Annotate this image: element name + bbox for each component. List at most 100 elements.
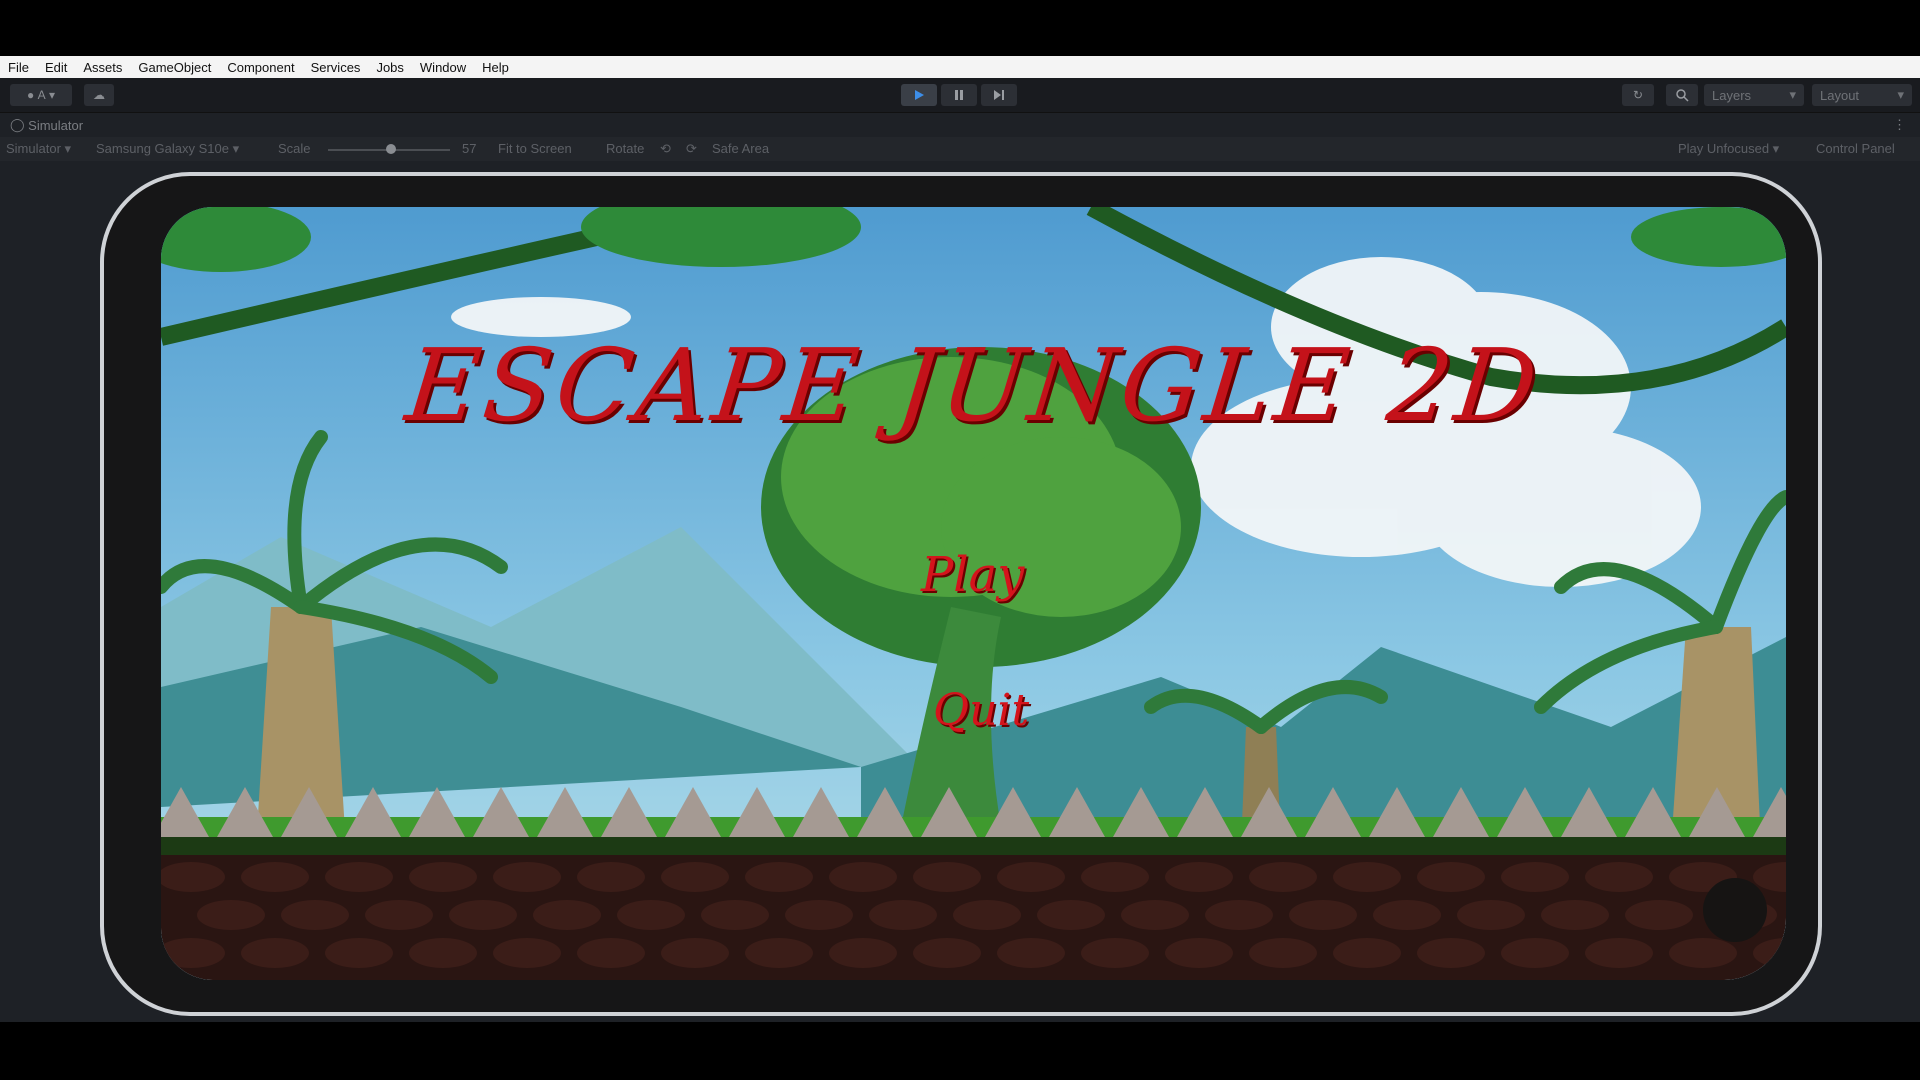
account-dropdown[interactable]: ● A ▾ xyxy=(10,84,72,106)
rotate-left-icon[interactable]: ⟲ xyxy=(660,141,671,157)
more-icon[interactable]: ⋮ xyxy=(1893,117,1906,133)
ground-rock xyxy=(1289,900,1357,930)
main-toolbar: ● A ▾ ☁ ↻ Layers ▾ Layout ▾ xyxy=(0,78,1920,113)
ground-rock xyxy=(241,862,309,892)
ground-rock xyxy=(1669,938,1737,968)
pause-icon xyxy=(955,90,963,100)
ground-rock xyxy=(1373,900,1441,930)
simulator-mode-label: Simulator xyxy=(6,141,61,156)
quit-button[interactable]: Quit xyxy=(933,685,1029,736)
simulator-tab-icon: ◯ xyxy=(10,117,29,132)
step-icon xyxy=(994,90,1004,100)
play-mode-label: Play Unfocused xyxy=(1678,141,1770,156)
ground-rock xyxy=(1205,900,1273,930)
scale-slider-handle[interactable] xyxy=(386,144,396,154)
menu-bar: File Edit Assets GameObject Component Se… xyxy=(0,56,1920,78)
ground-rock xyxy=(1585,862,1653,892)
menu-component[interactable]: Component xyxy=(219,60,302,75)
layers-label: Layers xyxy=(1712,87,1752,103)
layers-dropdown[interactable]: Layers ▾ xyxy=(1704,84,1804,106)
ground-rock xyxy=(1585,938,1653,968)
ground-rock xyxy=(617,900,685,930)
rotate-label: Rotate xyxy=(606,141,645,156)
ground-rock xyxy=(449,900,517,930)
search-button[interactable] xyxy=(1666,84,1698,106)
ground-rock xyxy=(1121,900,1189,930)
ground-rock xyxy=(325,862,393,892)
simulator-toolbar: Simulator ▾ Samsung Galaxy S10e ▾ Scale … xyxy=(0,137,1920,161)
fit-to-screen-button[interactable]: Fit to Screen xyxy=(498,141,572,156)
ground-rock xyxy=(1081,862,1149,892)
game-title: ESCAPE JUNGLE 2D xyxy=(400,327,1547,444)
play-icon xyxy=(915,90,924,100)
ground-rock xyxy=(1501,862,1569,892)
ground-rock xyxy=(1333,938,1401,968)
ground-rock xyxy=(701,900,769,930)
safe-area-toggle[interactable]: Safe Area xyxy=(712,141,769,156)
cloud-icon: ☁ xyxy=(93,88,105,102)
search-icon xyxy=(1675,88,1689,102)
scale-label: Scale xyxy=(278,141,311,156)
account-icon: ● xyxy=(27,88,35,102)
ground-rock xyxy=(493,938,561,968)
scale-value: 57 xyxy=(462,141,477,156)
ground-rock xyxy=(197,900,265,930)
ground-rock xyxy=(1165,862,1233,892)
ground-rock xyxy=(1037,900,1105,930)
ground-rock xyxy=(409,938,477,968)
pause-button[interactable] xyxy=(941,84,977,106)
ground-rock xyxy=(533,900,601,930)
play-button[interactable]: Play xyxy=(921,547,1024,603)
ground-rock xyxy=(829,938,897,968)
menu-edit[interactable]: Edit xyxy=(37,60,75,75)
layout-label: Layout xyxy=(1820,87,1860,103)
chevron-down-icon: ▾ xyxy=(1897,87,1904,102)
chevron-down-icon: ▾ xyxy=(1789,87,1796,102)
play-button[interactable] xyxy=(901,84,937,106)
simulator-mode-dropdown[interactable]: Simulator ▾ xyxy=(6,141,71,157)
ground-rock xyxy=(785,900,853,930)
ground-rock xyxy=(913,862,981,892)
ground-rock xyxy=(1081,938,1149,968)
control-panel-button[interactable]: Control Panel xyxy=(1816,141,1895,156)
touch-joystick[interactable] xyxy=(1703,878,1767,942)
ground-rock xyxy=(1417,938,1485,968)
menu-file[interactable]: File xyxy=(0,60,37,75)
simulator-tab-row: ◯ Simulator ⋮ xyxy=(0,113,1920,137)
device-label: Samsung Galaxy S10e xyxy=(96,141,229,156)
ground-rock xyxy=(1625,900,1693,930)
ground-rock xyxy=(745,862,813,892)
ground-rock xyxy=(1541,900,1609,930)
menu-assets[interactable]: Assets xyxy=(75,60,130,75)
ground-rock xyxy=(1165,938,1233,968)
step-button[interactable] xyxy=(981,84,1017,106)
ground-rock xyxy=(1501,938,1569,968)
history-button[interactable]: ↻ xyxy=(1622,84,1654,106)
ground-rock xyxy=(661,862,729,892)
menu-services[interactable]: Services xyxy=(303,60,369,75)
menu-help[interactable]: Help xyxy=(474,60,517,75)
layout-dropdown[interactable]: Layout ▾ xyxy=(1812,84,1912,106)
rotate-right-icon[interactable]: ⟳ xyxy=(686,141,697,157)
play-mode-dropdown[interactable]: Play Unfocused ▾ xyxy=(1678,141,1779,157)
ground-rock xyxy=(409,862,477,892)
game-screen: ESCAPE JUNGLE 2D Play Quit xyxy=(161,207,1786,980)
ground-rock xyxy=(1417,862,1485,892)
ground-rock xyxy=(745,938,813,968)
ground-rock xyxy=(577,862,645,892)
cloud-button[interactable]: ☁ xyxy=(84,84,114,106)
ground-rock xyxy=(953,900,1021,930)
ground-rock xyxy=(325,938,393,968)
menu-gameobject[interactable]: GameObject xyxy=(130,60,219,75)
ground-rock xyxy=(241,938,309,968)
ground-rock xyxy=(661,938,729,968)
menu-window[interactable]: Window xyxy=(412,60,474,75)
simulator-tab[interactable]: Simulator xyxy=(28,118,83,133)
ground-rock xyxy=(997,862,1065,892)
menu-jobs[interactable]: Jobs xyxy=(368,60,411,75)
ground-rock xyxy=(913,938,981,968)
ground-rock xyxy=(1249,938,1317,968)
history-icon: ↻ xyxy=(1632,88,1644,102)
ground-rock xyxy=(365,900,433,930)
device-dropdown[interactable]: Samsung Galaxy S10e ▾ xyxy=(96,141,239,157)
